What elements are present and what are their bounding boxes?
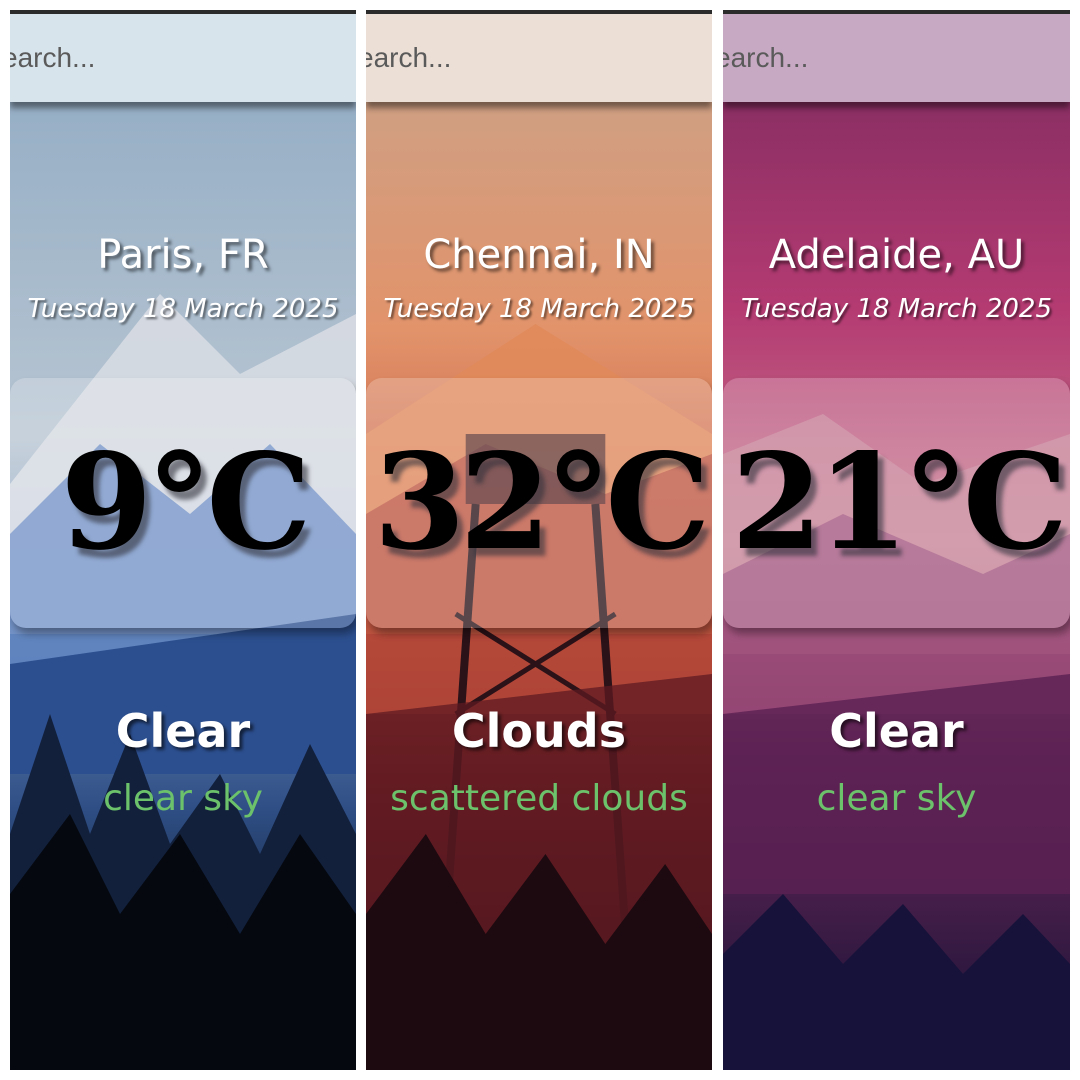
current-date: Tuesday 18 March 2025 xyxy=(383,294,695,324)
search-bar xyxy=(366,14,712,102)
location-name: Chennai, IN xyxy=(423,232,655,278)
location-name: Paris, FR xyxy=(97,232,269,278)
current-date: Tuesday 18 March 2025 xyxy=(27,294,339,324)
search-bar xyxy=(10,14,356,102)
weather-description: clear sky xyxy=(816,778,977,819)
temperature-card: 9°C xyxy=(10,378,356,628)
weather-panel-adelaide: Adelaide, AU Tuesday 18 March 2025 21°C … xyxy=(723,10,1070,1070)
weather-condition: Clouds xyxy=(451,704,627,758)
weather-description: clear sky xyxy=(103,778,263,819)
weather-condition: Clear xyxy=(115,704,251,758)
temperature-card: 32°C xyxy=(366,378,712,628)
weather-panel-chennai: Chennai, IN Tuesday 18 March 2025 32°C C… xyxy=(366,10,712,1070)
search-input[interactable] xyxy=(366,14,712,102)
weather-panel-paris: Paris, FR Tuesday 18 March 2025 9°C Clea… xyxy=(10,10,356,1070)
weather-condition: Clear xyxy=(829,704,964,758)
location-name: Adelaide, AU xyxy=(768,232,1025,278)
temperature-card: 21°C xyxy=(723,378,1070,628)
current-date: Tuesday 18 March 2025 xyxy=(741,294,1052,324)
temperature-value: 21°C xyxy=(731,425,1068,580)
temperature-value: 32°C xyxy=(373,425,711,580)
search-input[interactable] xyxy=(10,14,356,102)
search-bar xyxy=(723,14,1070,102)
temperature-value: 9°C xyxy=(60,425,312,580)
search-input[interactable] xyxy=(723,14,1070,102)
weather-description: scattered clouds xyxy=(390,778,688,819)
